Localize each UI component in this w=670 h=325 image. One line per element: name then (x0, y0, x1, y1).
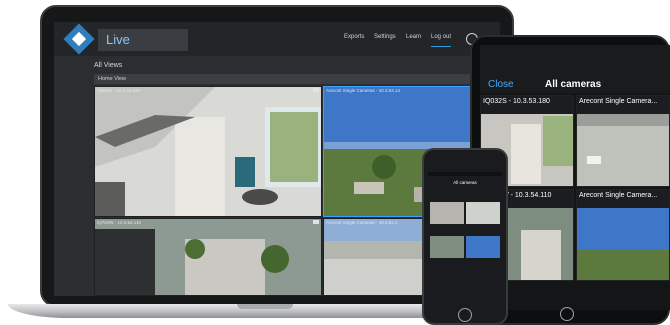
camera-status-badge (313, 88, 319, 92)
nav-active-indicator (431, 46, 451, 47)
nav-logout[interactable]: Log out (431, 34, 451, 40)
app-title: Live (98, 29, 188, 51)
camera-label: Arecont Single Camera... (579, 192, 658, 199)
nav-learn[interactable]: Learn (406, 34, 421, 40)
home-button-icon[interactable] (458, 308, 472, 322)
camera-tile[interactable]: IQ032S - 10.3.53.180 (94, 86, 322, 217)
tablet-camera-tile[interactable]: Arecont Single Camera... (576, 189, 670, 281)
nav-exports[interactable]: Exports (344, 34, 364, 40)
camera-tile[interactable]: IQ762W - 10.3.54.110 (94, 218, 322, 296)
phone-camera-tile[interactable] (430, 236, 464, 258)
close-button[interactable]: Close (488, 79, 514, 90)
phone-title: All cameras (453, 180, 477, 185)
tablet-title: All cameras (545, 79, 602, 90)
power-icon[interactable] (560, 307, 574, 321)
laptop-notch (237, 304, 293, 309)
camera-label: IQ032S - 10.3.53.180 (97, 88, 141, 93)
camera-label: IQ032S - 10.3.53.180 (483, 98, 550, 105)
camera-label: Arecont Single Camera... (579, 98, 658, 105)
view-bar[interactable]: Home View (94, 74, 494, 84)
camera-label: IQ762W - 10.3.54.110 (97, 220, 141, 225)
phone-camera-tile[interactable] (466, 236, 500, 258)
camera-label: Arecont Single Cameras - 10.3.54.1 (326, 220, 398, 225)
camera-feed-rooftop (95, 219, 321, 295)
phone-screen: All cameras (428, 172, 502, 300)
phone-camera-tile[interactable] (466, 202, 500, 224)
tablet-screen: Close All cameras IQ032S - 10.3.53.180 A… (480, 45, 670, 310)
phone-camera-tile[interactable] (430, 202, 464, 224)
tablet-camera-tile[interactable]: Arecont Single Camera... (576, 95, 670, 187)
phone-status-bar (428, 172, 502, 176)
view-name: Home View (98, 76, 127, 82)
camera-status-badge (313, 220, 319, 224)
nav-settings[interactable]: Settings (374, 34, 396, 40)
camera-label: Arecont Single Cameras - 10.3.53.14 (326, 88, 401, 93)
camera-feed-indoor (95, 87, 321, 216)
section-title: All Views (94, 62, 123, 69)
